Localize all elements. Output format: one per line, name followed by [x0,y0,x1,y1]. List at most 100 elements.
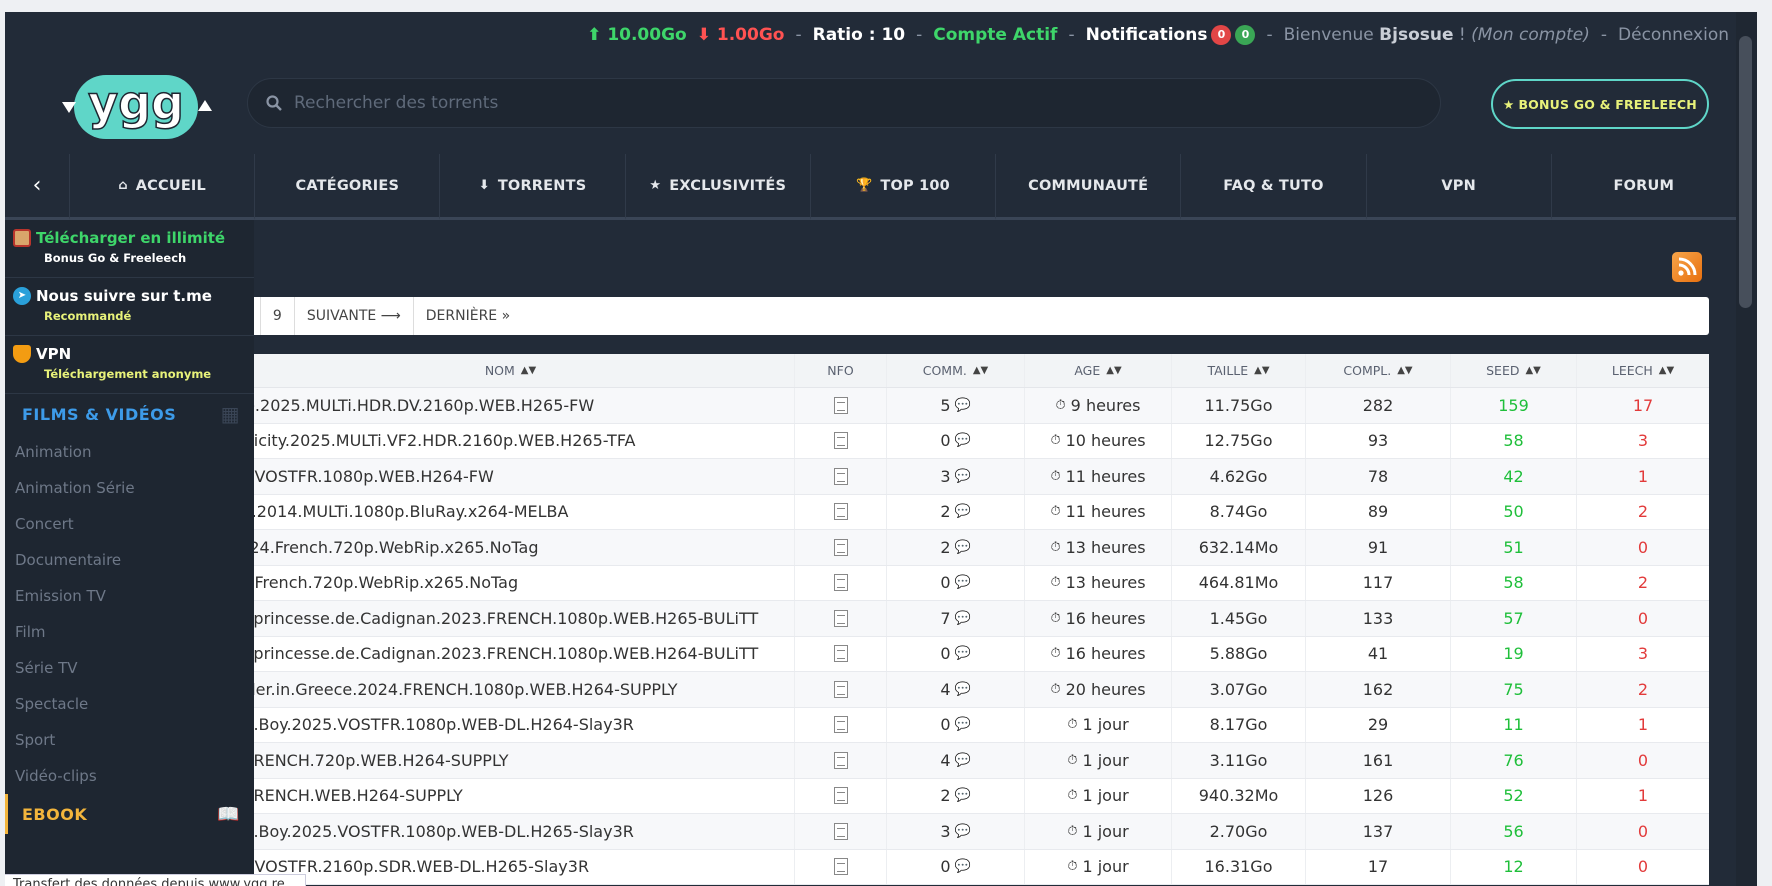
nfo-cell[interactable] [795,494,887,529]
table-row[interactable]: 25.VOSTFR.2160p.SDR.WEB-DL.H265-Slay3R 0 💬… [227,849,1709,885]
table-row[interactable]: urder.in.Greece.2024.FRENCH.1080p.WEB.H2… [227,672,1709,708]
col-comm[interactable]: COMM. ▲▼ [887,354,1025,387]
col-name[interactable]: NOM ▲▼ [227,354,795,387]
table-row[interactable]: ate.2025.MULTi.HDR.DV.2160p.WEB.H265-FW 5… [227,388,1709,424]
nav-exclusivites[interactable]: ★ EXCLUSIVITÉS [624,154,810,220]
nfo-cell[interactable] [795,565,887,600]
col-size[interactable]: TAILLE ▲▼ [1172,354,1306,387]
nfo-cell[interactable] [795,672,887,707]
table-row[interactable]: ble.Boy.2025.VOSTFR.1080p.WEB-DL.H264-Sl… [227,707,1709,743]
torrent-name-link[interactable]: .la.princesse.de.Cadignan.2023.FRENCH.10… [227,636,795,671]
nfo-cell[interactable] [795,423,887,458]
table-row[interactable]: uplicity.2025.MULTi.VF2.HDR.2160p.WEB.H2… [227,423,1709,459]
col-compl[interactable]: COMPL. ▲▼ [1306,354,1451,387]
torrent-name-link[interactable]: 4.FRENCH.WEB.H264-SUPPLY [227,778,795,813]
search-bar[interactable] [247,78,1441,128]
subcategory-item[interactable]: Documentaire [5,542,254,578]
table-row[interactable]: 2024.French.720p.WebRip.x265.NoTag 2 💬 ⏱ 13 … [227,530,1709,566]
torrent-name-link[interactable]: uplicity.2025.MULTi.VF2.HDR.2160p.WEB.H2… [227,423,795,458]
subcategory-item[interactable]: Spectacle [5,686,254,722]
nav-top100[interactable]: 🏆 TOP 100 [809,154,996,220]
torrent-name-link[interactable]: 2024.French.720p.WebRip.x265.NoTag [227,530,795,565]
subcategory-item[interactable]: Série TV [5,650,254,686]
nfo-file-icon[interactable] [833,858,848,876]
promo-telegram[interactable]: ➤ Nous suivre sur t.me Recommandé [5,278,254,336]
nfo-cell[interactable] [795,530,887,565]
table-row[interactable]: .la.princesse.de.Cadignan.2023.FRENCH.10… [227,636,1709,672]
nfo-file-icon[interactable] [833,751,848,769]
subcategory-item[interactable]: Emission TV [5,578,254,614]
bonus-button[interactable]: ★ BONUS GO & FREELEECH [1491,79,1709,129]
nfo-file-icon[interactable] [833,645,848,663]
nfo-file-icon[interactable] [833,822,848,840]
scrollbar[interactable] [1736,12,1757,886]
torrent-name-link[interactable]: 24.VOSTFR.1080p.WEB.H264-FW [227,459,795,494]
promo-vpn[interactable]: VPN Téléchargement anonyme [5,336,254,394]
table-row[interactable]: 24.French.720p.WebRip.x265.NoTag 0 💬 ⏱ 13 he… [227,565,1709,601]
last-page[interactable]: DERNIÈRE » [414,297,522,335]
subcategory-item[interactable]: Animation [5,434,254,470]
nfo-cell[interactable] [795,459,887,494]
torrent-name-link[interactable]: ble.Boy.2025.VOSTFR.1080p.WEB-DL.H265-Sl… [227,814,795,849]
nav-accueil[interactable]: ⌂ ACCUEIL [69,154,255,220]
nfo-file-icon[interactable] [833,432,848,450]
subcategory-item[interactable]: Film [5,614,254,650]
rss-icon[interactable] [1672,252,1702,282]
nav-communaute[interactable]: COMMUNAUTÉ [995,154,1181,220]
category-films[interactable]: FILMS & VIDÉOS ▦ [5,394,254,434]
table-row[interactable]: .la.princesse.de.Cadignan.2023.FRENCH.10… [227,601,1709,637]
torrent-name-link[interactable]: .la.princesse.de.Cadignan.2023.FRENCH.10… [227,601,795,636]
notif-badge-green[interactable]: 0 [1235,25,1256,45]
torrent-name-link[interactable]: 4.FRENCH.720p.WEB.H264-SUPPLY [227,743,795,778]
nfo-file-icon[interactable] [833,609,848,627]
promo-unlimited[interactable]: Télécharger en illimité Bonus Go & Freel… [5,220,254,278]
nfo-file-icon[interactable] [833,716,848,734]
subcategory-item[interactable]: Animation Série [5,470,254,506]
col-leech[interactable]: LEECH ▲▼ [1577,354,1709,387]
nfo-file-icon[interactable] [833,787,848,805]
table-row[interactable]: ise.2014.MULTi.1080p.BluRay.x264-MELBA 2 💬… [227,494,1709,530]
nav-forum[interactable]: FORUM [1550,154,1736,220]
nfo-cell[interactable] [795,743,887,778]
col-seed[interactable]: SEED ▲▼ [1451,354,1577,387]
nfo-file-icon[interactable] [833,503,848,521]
scrollbar-thumb[interactable] [1739,36,1752,308]
nfo-cell[interactable] [795,601,887,636]
torrent-name-link[interactable]: ate.2025.MULTi.HDR.DV.2160p.WEB.H265-FW [227,388,795,423]
torrent-name-link[interactable]: ise.2014.MULTi.1080p.BluRay.x264-MELBA [227,494,795,529]
notifications-link[interactable]: Notifications [1086,25,1208,45]
notif-badge-red[interactable]: 0 [1211,25,1232,45]
table-row[interactable]: ble.Boy.2025.VOSTFR.1080p.WEB-DL.H265-Sl… [227,814,1709,850]
nfo-file-icon[interactable] [833,574,848,592]
nfo-file-icon[interactable] [833,680,848,698]
table-row[interactable]: 4.FRENCH.720p.WEB.H264-SUPPLY 4 💬 ⏱ 1 jour 3.… [227,743,1709,779]
nav-torrents[interactable]: ⬇ TORRENTS [439,154,625,220]
nfo-file-icon[interactable] [833,467,848,485]
table-row[interactable]: 4.FRENCH.WEB.H264-SUPPLY 2 💬 ⏱ 1 jour 940.32M… [227,778,1709,814]
page-9[interactable]: 9 [261,297,295,335]
subcategory-item[interactable]: Vidéo-clips [5,758,254,794]
torrent-name-link[interactable]: 24.French.720p.WebRip.x265.NoTag [227,565,795,600]
nfo-cell[interactable] [795,707,887,742]
search-input[interactable] [294,93,1394,113]
category-ebook[interactable]: EBOOK 📖 [5,794,254,834]
my-account-link[interactable]: (Mon compte) [1471,25,1590,45]
torrent-name-link[interactable]: 25.VOSTFR.2160p.SDR.WEB-DL.H265-Slay3R [227,849,795,884]
logout-link[interactable]: Déconnexion [1618,25,1729,45]
nfo-file-icon[interactable] [833,538,848,556]
nfo-cell[interactable] [795,388,887,423]
nfo-cell[interactable] [795,849,887,884]
nfo-cell[interactable] [795,778,887,813]
torrent-name-link[interactable]: ble.Boy.2025.VOSTFR.1080p.WEB-DL.H264-Sl… [227,707,795,742]
torrent-name-link[interactable]: urder.in.Greece.2024.FRENCH.1080p.WEB.H2… [227,672,795,707]
nfo-cell[interactable] [795,814,887,849]
ygg-logo[interactable]: ygg [62,69,212,145]
nav-categories[interactable]: CATÉGORIES [254,154,440,220]
nav-vpn[interactable]: VPN [1365,154,1551,220]
subcategory-item[interactable]: Concert [5,506,254,542]
nfo-file-icon[interactable] [833,396,848,414]
nav-faq[interactable]: FAQ & TUTO [1180,154,1366,220]
col-age[interactable]: AGE ▲▼ [1025,354,1172,387]
subcategory-item[interactable]: Sport [5,722,254,758]
nfo-cell[interactable] [795,636,887,671]
